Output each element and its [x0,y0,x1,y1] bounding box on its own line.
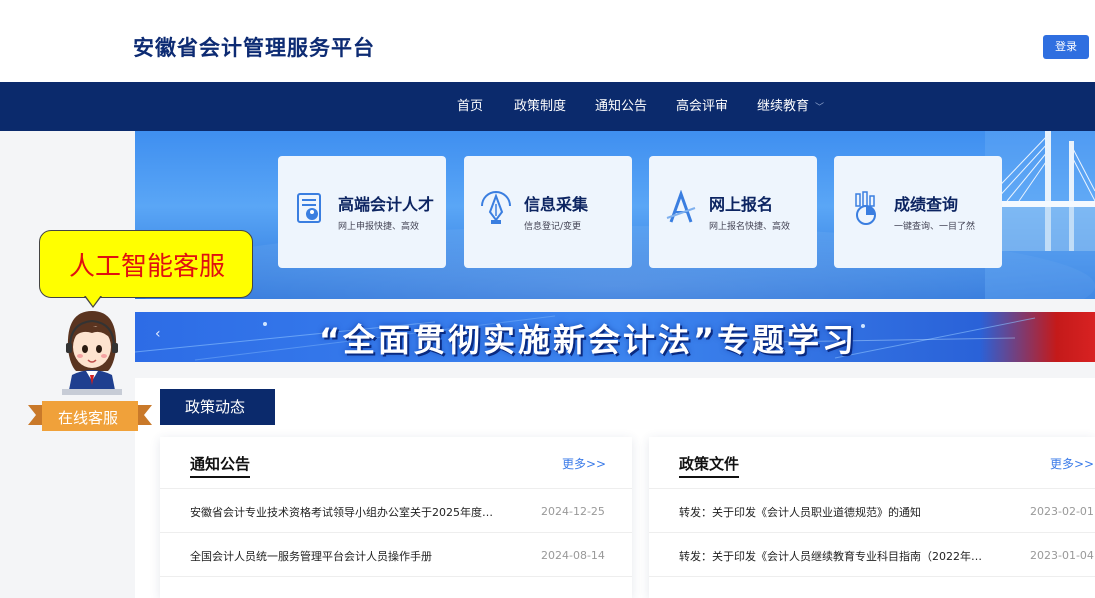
collect-icon [481,191,511,224]
nav-item-label: 政策制度 [514,99,567,114]
nav-item-label: 高会评审 [676,99,729,114]
policies-panel: 政策文件 更多>> 转发：关于印发《会计人员职业道德规范》的通知 2023-02… [649,437,1095,598]
list-item[interactable]: 转发：关于印发《会计人员职业道德规范》的通知 2023-02-01 [649,489,1095,533]
main-nav: 首页 政策制度 通知公告 高会评审 继续教育 ﹀ [0,82,1095,131]
notices-panel: 通知公告 更多>> 安徽省会计专业技术资格考试领导小组办公室关于2025年度… … [160,437,632,598]
list-item-date: 2023-01-04 [1030,549,1094,562]
page: 安徽省会计管理服务平台 登录 首页 政策制度 通知公告 高会评审 继续教育 ﹀ [0,0,1095,598]
list-item-title: 全国会计人员统一服务管理平台会计人员操作手册 [190,550,432,563]
customer-service-avatar[interactable] [52,305,132,395]
slogan-banner[interactable]: ‹ “全面贯彻实施新会计法”专题学习 [135,312,1095,362]
list-item-date: 2023-02-01 [1030,505,1094,518]
list-item[interactable]: 转发：关于印发《会计人员继续教育专业科目指南（2022年… 2023-01-04 [649,533,1095,577]
list-item-title: 转发：关于印发《会计人员继续教育专业科目指南（2022年… [679,550,982,563]
score-icon [855,191,876,225]
section-tab[interactable]: 政策动态 [160,389,275,425]
list-item[interactable]: 安徽省会计专业技术资格考试领导小组办公室关于2025年度… 2024-12-25 [160,489,632,533]
chevron-down-icon: ﹀ [815,103,825,113]
feature-card-subtitle: 信息登记/变更 [524,222,582,232]
feature-card-subtitle: 网上报名快捷、高效 [709,222,791,232]
online-service-label: 在线客服 [57,409,118,427]
panel-header: 通知公告 更多>> [160,437,632,489]
list-item-date: 2024-12-25 [541,505,605,518]
ai-assistant-bubble[interactable]: 人工智能客服 [39,230,253,298]
hero-banner: 高端会计人才 网上申报快捷、高效 信息采集 信息登记/变更 网上报名 网上报名快… [135,131,1095,299]
talent-icon [297,193,321,223]
nav-item-notices[interactable]: 通知公告 [595,82,647,131]
nav-item-senior-review[interactable]: 高会评审 [676,82,728,131]
panel-title: 政策文件 [679,453,740,478]
list-item-title: 安徽省会计专业技术资格考试领导小组办公室关于2025年度… [190,506,493,519]
feature-card-subtitle: 网上申报快捷、高效 [338,222,420,232]
ai-assistant-label: 人工智能客服 [68,252,225,282]
register-icon [666,190,696,223]
feature-card-collect[interactable]: 信息采集 信息登记/变更 [464,156,632,268]
feature-card-title: 成绩查询 [894,195,959,214]
site-title: 安徽省会计管理服务平台 [133,36,375,60]
list-item-title: 转发：关于印发《会计人员职业道德规范》的通知 [679,506,921,519]
more-link[interactable]: 更多>> [562,455,606,472]
nav-item-label: 通知公告 [595,99,648,114]
panel-header: 政策文件 更多>> [649,437,1095,489]
login-button[interactable]: 登录 [1043,35,1089,59]
nav-item-label: 首页 [457,99,484,114]
panel-title: 通知公告 [190,453,251,478]
list-item-date: 2024-08-14 [541,549,605,562]
more-link[interactable]: 更多>> [1050,455,1094,472]
nav-item-education[interactable]: 继续教育 ﹀ [757,82,824,131]
nav-item-policy[interactable]: 政策制度 [514,82,566,131]
feature-card-register[interactable]: 网上报名 网上报名快捷、高效 [649,156,817,268]
nav-item-home[interactable]: 首页 [457,82,483,131]
feature-card-subtitle: 一键查询、一目了然 [894,222,976,232]
feature-card-title: 网上报名 [709,195,774,214]
top-header: 安徽省会计管理服务平台 登录 [0,0,1095,82]
feature-card-title: 高端会计人才 [338,195,435,214]
feature-card-talent[interactable]: 高端会计人才 网上申报快捷、高效 [278,156,446,268]
feature-card-title: 信息采集 [524,195,589,214]
feature-card-score[interactable]: 成绩查询 一键查询、一目了然 [834,156,1002,268]
carousel-prev-button[interactable]: ‹ [155,326,161,342]
nav-item-label: 继续教育 [757,99,810,114]
slogan-text: “全面贯彻实施新会计法”专题学习 [319,321,858,359]
list-item[interactable]: 全国会计人员统一服务管理平台会计人员操作手册 2024-08-14 [160,533,632,577]
